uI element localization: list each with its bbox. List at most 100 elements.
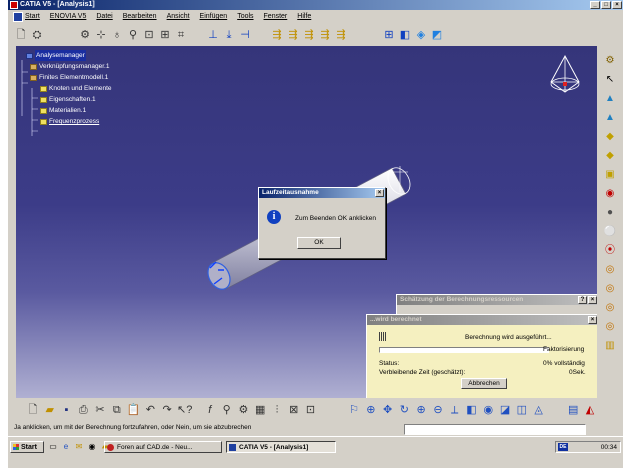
save-icon[interactable]: ▪ [60, 403, 74, 417]
whats-this-icon[interactable]: ↖? [177, 403, 192, 417]
menu-enovia[interactable]: ENOVIA V5 [45, 13, 92, 20]
hide-show-icon[interactable]: ◪ [498, 403, 512, 417]
group-icon[interactable]: ⊡ [142, 28, 156, 42]
load-distributed-icon[interactable]: ⇶ [334, 28, 348, 42]
sphere-icon[interactable]: ● [603, 206, 617, 220]
point-icon[interactable]: ▲ [603, 92, 617, 106]
restraint-icon[interactable]: ⤓ [222, 28, 236, 42]
menu-ansicht[interactable]: Ansicht [162, 13, 195, 20]
fit-all-icon[interactable]: ⊕ [364, 403, 378, 417]
line-icon[interactable]: ▲ [603, 111, 617, 125]
media-icon[interactable]: ◉ [87, 442, 97, 452]
dialog-titlebar[interactable]: Laufzeitausnahme × [259, 188, 385, 198]
swap-space-icon[interactable]: ◫ [515, 403, 529, 417]
menu-hilfe[interactable]: Hilfe [292, 13, 316, 20]
mass-icon[interactable]: ◉ [603, 187, 617, 201]
smooth-icon[interactable]: ◎ [603, 263, 617, 277]
connection-icon[interactable]: ⚲ [126, 28, 140, 42]
cancel-button[interactable]: Abbrechen [461, 378, 507, 389]
fastened-icon[interactable]: ◎ [603, 320, 617, 334]
help-icon[interactable]: ⊡ [304, 403, 318, 417]
rigid-icon[interactable]: ◎ [603, 282, 617, 296]
new-analysis-icon[interactable]: 🗋 [14, 28, 28, 42]
tree-node-fe-model[interactable]: Finites Elementmodell.1 [20, 72, 112, 83]
normal-view-icon[interactable]: ⟂ [448, 403, 462, 417]
menu-einfuegen[interactable]: Einfügen [195, 13, 233, 20]
virtual-part-icon[interactable]: ▣ [603, 168, 617, 182]
menu-tools[interactable]: Tools [232, 13, 258, 20]
measure-icon[interactable]: ⊹ [94, 28, 108, 42]
knowledge-icon[interactable]: ⚲ [220, 403, 234, 417]
new-file-icon[interactable]: 🗋 [26, 403, 40, 417]
load-bearing-icon[interactable]: ⇶ [318, 28, 332, 42]
start-button[interactable]: Start [10, 441, 44, 453]
tree-node-knoten[interactable]: Knoten und Elemente [20, 83, 112, 94]
command-input[interactable] [404, 424, 586, 435]
zoom-out-icon[interactable]: ⊖ [431, 403, 445, 417]
cut-icon[interactable]: ✂ [93, 403, 107, 417]
image-capture-icon[interactable]: ▤ [566, 403, 580, 417]
taskbar-item-catia[interactable]: CATIA V5 - [Analysis1] [226, 441, 336, 453]
close-button[interactable]: × [612, 1, 622, 9]
select-arrow-icon[interactable]: ↖ [603, 73, 617, 87]
language-indicator[interactable]: DE [558, 443, 568, 451]
fly-mode-icon[interactable]: ⚐ [347, 403, 361, 417]
glue-icon[interactable]: ⦿ [603, 244, 617, 258]
load-pressure-icon[interactable]: ⇶ [270, 28, 284, 42]
wireframe-icon[interactable]: ⌗ [174, 28, 188, 42]
mesh-icon[interactable]: ⛭ [30, 28, 44, 42]
deformation-icon[interactable]: ◧ [398, 28, 412, 42]
surface-icon[interactable]: ⊞ [158, 28, 172, 42]
redo-icon[interactable]: ↷ [160, 403, 174, 417]
tree-node-eigenschaften[interactable]: Eigenschaften.1 [20, 94, 112, 105]
rotate-icon[interactable]: ↻ [397, 403, 411, 417]
clock[interactable]: 00:34 [601, 442, 617, 453]
dialog-close-button[interactable]: × [588, 296, 597, 304]
minimize-button[interactable]: _ [590, 1, 600, 9]
menu-datei[interactable]: Datei [91, 13, 117, 20]
pan-icon[interactable]: ✥ [381, 403, 395, 417]
displacement-icon[interactable]: ◩ [430, 28, 444, 42]
plane-icon[interactable]: ◆ [603, 149, 617, 163]
formula-icon[interactable]: f [203, 403, 217, 417]
window-titlebar[interactable]: CATIA V5 - [Analysis1] _ □ × [8, 0, 623, 10]
dialog-titlebar[interactable]: Schätzung der Berechnungsressourcen ? × [397, 295, 597, 305]
print-icon[interactable]: ⎙ [76, 403, 90, 417]
dialog-close-button[interactable]: × [588, 316, 597, 324]
cube-icon[interactable]: ◆ [603, 130, 617, 144]
menu-bearbeiten[interactable]: Bearbeiten [118, 13, 162, 20]
menu-fenster[interactable]: Fenster [259, 13, 293, 20]
internet-explorer-icon[interactable]: e [61, 442, 71, 452]
outlook-icon[interactable]: ✉ [74, 442, 84, 452]
taskbar-item-browser[interactable]: Foren auf CAD.de - Neu... [104, 441, 222, 453]
open-folder-icon[interactable]: ▰ [43, 403, 57, 417]
report-icon[interactable]: ▥ [603, 339, 617, 353]
dialog-close-button[interactable]: × [375, 189, 384, 197]
generative-icon[interactable]: ◭ [583, 403, 597, 417]
compass-icon[interactable] [545, 52, 585, 100]
compass-toggle-icon[interactable]: ◬ [532, 403, 546, 417]
stress-icon[interactable]: ◈ [414, 28, 428, 42]
lock-toggle-icon[interactable]: ⊠ [287, 403, 301, 417]
zoom-in-icon[interactable]: ⊕ [414, 403, 428, 417]
tree-node-analysemanager[interactable]: Analysemanager [20, 50, 112, 61]
spring-icon[interactable]: ⚪ [603, 225, 617, 239]
tree-node-materialien[interactable]: Materialien.1 [20, 105, 112, 116]
shading-icon[interactable]: ◉ [481, 403, 495, 417]
sensor-icon[interactable]: ♁ [110, 28, 124, 42]
views-icon[interactable]: ◧ [465, 403, 479, 417]
help-button[interactable]: ? [578, 296, 587, 304]
compute-icon[interactable]: ⊞ [382, 28, 396, 42]
settings-gear-icon[interactable]: ⚙ [78, 28, 92, 42]
tree-node-verknuepfung[interactable]: Verknüpfungsmanager.1 [20, 61, 112, 72]
clamp-icon[interactable]: ⊥ [206, 28, 220, 42]
tree-node-frequenzprozess[interactable]: Frequenzprozess [20, 116, 112, 127]
ok-button[interactable]: OK [297, 237, 341, 249]
user-restraint-icon[interactable]: ⊣ [238, 28, 252, 42]
tree-icon[interactable]: ⫶ [270, 403, 284, 417]
dialog-titlebar[interactable]: ...wird berechnet × [367, 315, 597, 325]
undo-icon[interactable]: ↶ [143, 403, 157, 417]
menu-start[interactable]: Start [8, 11, 45, 22]
copy-icon[interactable]: ⧉ [110, 403, 124, 417]
contact-icon[interactable]: ◎ [603, 301, 617, 315]
